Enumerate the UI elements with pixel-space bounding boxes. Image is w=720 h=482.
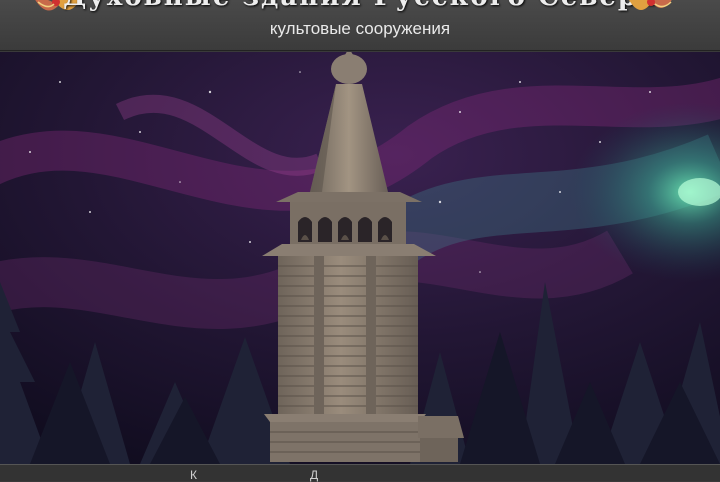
bottom-nav: К Д xyxy=(0,464,720,482)
site-title: Духовные здания Русского Севера xyxy=(0,0,720,12)
page-subtitle: культовые сооружения xyxy=(269,19,451,38)
decorative-flower-ornament-icon xyxy=(629,0,672,10)
header: Духовные здания Русского Севера культовы… xyxy=(0,0,720,51)
scene-illustration xyxy=(0,52,720,464)
